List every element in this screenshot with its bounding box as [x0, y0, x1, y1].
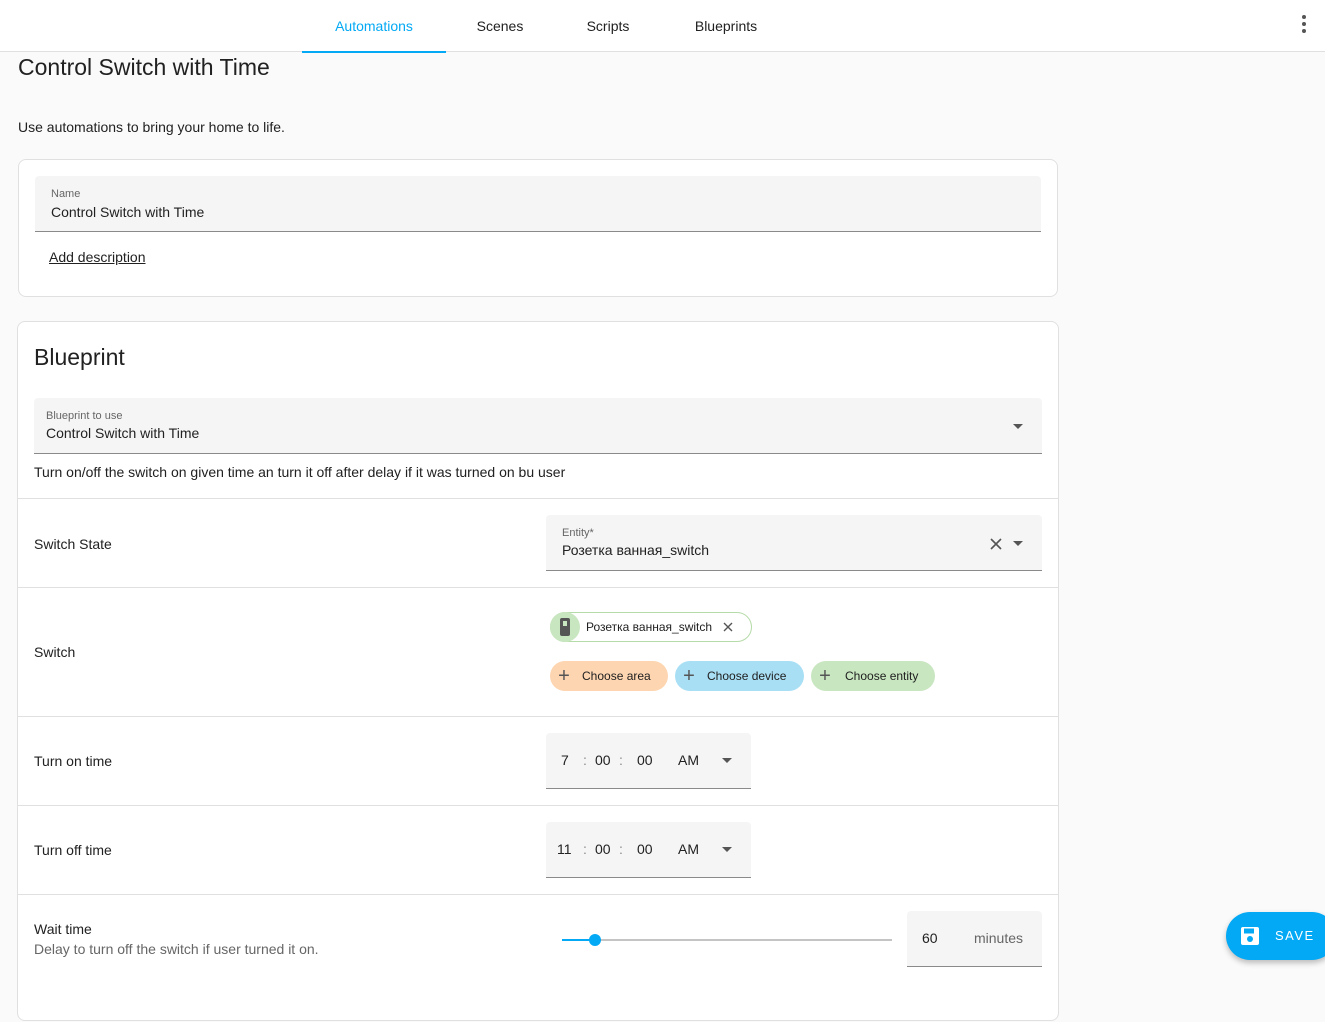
tab-scripts[interactable]: Scripts: [572, 0, 644, 52]
choose-area-button[interactable]: + Choose area: [550, 661, 668, 691]
tab-blueprints[interactable]: Blueprints: [680, 0, 772, 52]
seconds-input[interactable]: 00: [637, 752, 653, 768]
time-separator: :: [583, 841, 587, 857]
clear-icon[interactable]: [989, 537, 1003, 551]
turn-off-time-label: Turn off time: [34, 842, 112, 858]
turn-on-time-label: Turn on time: [34, 753, 113, 769]
switch-label: Switch: [34, 644, 76, 660]
seconds-input[interactable]: 00: [637, 841, 653, 857]
minutes-input[interactable]: 00: [595, 752, 611, 768]
choose-entity-button[interactable]: + Choose entity: [811, 661, 935, 691]
name-field-value: Control Switch with Time: [51, 204, 205, 220]
tab-automations[interactable]: Automations: [302, 0, 446, 53]
tab-label: Automations: [335, 18, 413, 34]
hours-input[interactable]: 11: [557, 841, 572, 857]
tab-scenes[interactable]: Scenes: [462, 0, 538, 52]
input-row-wait-time: Wait time Delay to turn off the switch i…: [18, 894, 1058, 1022]
page-title: Control Switch with Time: [18, 54, 270, 80]
hours-input[interactable]: 7: [561, 752, 569, 768]
blueprint-select-value: Control Switch with Time: [46, 425, 200, 441]
input-row-switch-state: Switch State Entity* Розетка ванная_swit…: [18, 498, 1058, 587]
slider-thumb[interactable]: [589, 934, 601, 946]
wait-time-description: Delay to turn off the switch if user tur…: [34, 941, 319, 957]
remove-chip-icon[interactable]: [723, 622, 733, 632]
wait-time-label: Wait time: [34, 921, 92, 937]
name-card: Name Control Switch with Time Add descri…: [18, 159, 1058, 297]
add-description-link[interactable]: Add description: [49, 249, 146, 265]
entity-picker[interactable]: Entity* Розетка ванная_switch: [546, 515, 1042, 571]
name-field-label: Name: [51, 188, 81, 200]
chevron-down-icon[interactable]: [722, 847, 732, 852]
chip-label: Розетка ванная_switch: [586, 620, 713, 634]
input-row-turn-on-time: Turn on time 7 : 00 : 00 AM: [18, 716, 1058, 805]
top-app-bar: Automations Scenes Scripts Blueprints: [0, 0, 1325, 53]
wait-time-input[interactable]: 60 minutes: [907, 911, 1042, 967]
choose-device-label: Choose device: [707, 669, 787, 683]
choose-device-button[interactable]: + Choose device: [675, 661, 804, 691]
switch-icon: [550, 612, 580, 642]
time-separator: :: [619, 752, 623, 768]
entity-picker-value: Розетка ванная_switch: [562, 542, 710, 558]
wait-time-value: 60: [922, 930, 938, 946]
tab-label: Scripts: [586, 18, 630, 34]
input-row-switch: Switch Розетка ванная_switch + Choose ar…: [18, 587, 1058, 716]
turn-off-time-picker[interactable]: 11 : 00 : 00 AM: [546, 822, 751, 878]
time-separator: :: [583, 752, 587, 768]
chevron-down-icon[interactable]: [1013, 541, 1023, 546]
switch-state-label: Switch State: [34, 536, 112, 552]
input-row-turn-off-time: Turn off time 11 : 00 : 00 AM: [18, 805, 1058, 894]
entity-picker-label: Entity*: [562, 527, 594, 539]
time-separator: :: [619, 841, 623, 857]
chevron-down-icon[interactable]: [1013, 424, 1023, 429]
wait-time-unit: minutes: [974, 930, 1024, 946]
selected-entity-chip[interactable]: Розетка ванная_switch: [550, 612, 752, 642]
choose-entity-label: Choose entity: [845, 669, 919, 683]
tab-label: Blueprints: [694, 18, 758, 34]
blueprint-card: Blueprint Blueprint to use Control Switc…: [17, 321, 1059, 1021]
tab-label: Scenes: [476, 18, 524, 34]
page-description: Use automations to bring your home to li…: [18, 119, 285, 135]
save-label: SAVE: [1275, 928, 1315, 943]
chevron-down-icon[interactable]: [722, 758, 732, 763]
blueprint-select-label: Blueprint to use: [46, 410, 123, 422]
blueprint-section-title: Blueprint: [34, 344, 125, 370]
overflow-menu-icon[interactable]: [1294, 12, 1314, 36]
name-field[interactable]: Name Control Switch with Time: [35, 176, 1041, 232]
turn-on-time-picker[interactable]: 7 : 00 : 00 AM: [546, 733, 751, 789]
plus-icon: +: [683, 665, 695, 687]
choose-area-label: Choose area: [582, 669, 651, 683]
blueprint-description: Turn on/off the switch on given time an …: [34, 464, 566, 480]
save-icon: [1241, 927, 1259, 945]
wait-time-slider[interactable]: [562, 930, 892, 950]
ampm-select[interactable]: AM: [678, 841, 699, 857]
minutes-input[interactable]: 00: [595, 841, 611, 857]
save-button[interactable]: SAVE: [1226, 912, 1325, 960]
blueprint-select[interactable]: Blueprint to use Control Switch with Tim…: [34, 398, 1042, 454]
slider-track: [562, 939, 892, 941]
plus-icon: +: [558, 665, 570, 687]
plus-icon: +: [819, 665, 831, 687]
ampm-select[interactable]: AM: [678, 752, 699, 768]
